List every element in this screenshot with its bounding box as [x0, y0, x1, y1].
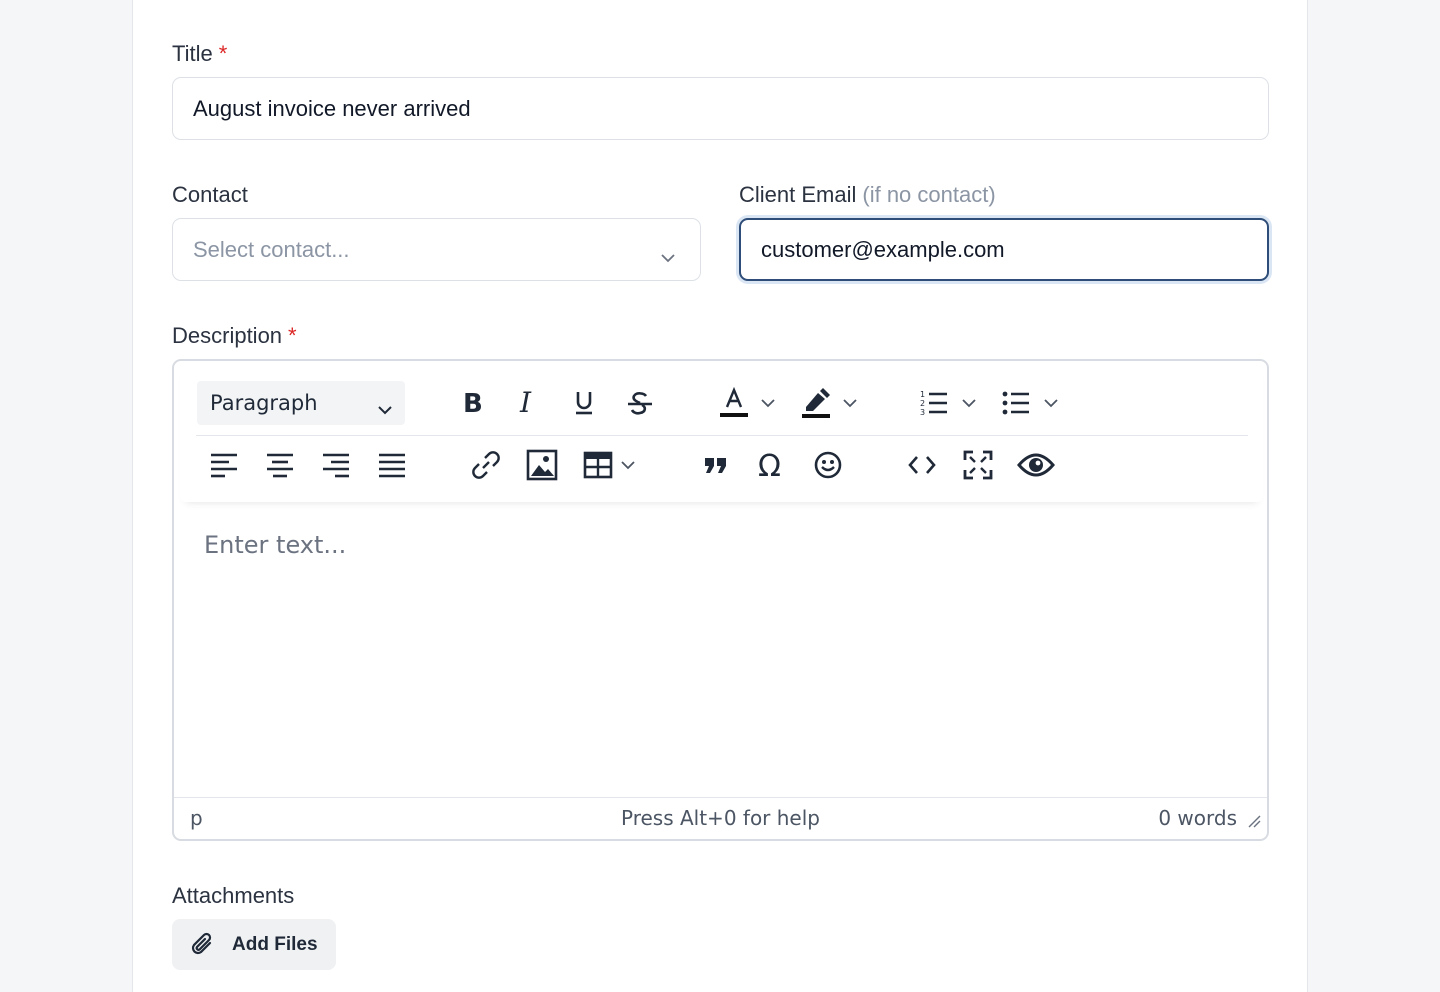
- text-color-dropdown[interactable]: [758, 385, 778, 421]
- align-right-button[interactable]: [318, 447, 354, 483]
- word-count[interactable]: 0 words: [1158, 806, 1237, 830]
- highlight-dropdown[interactable]: [840, 385, 860, 421]
- blockquote-button[interactable]: [698, 447, 734, 483]
- editor-toolbar: Paragraph B I 123 Ω: [180, 365, 1263, 502]
- fullscreen-icon: [963, 450, 993, 480]
- required-marker: *: [218, 41, 228, 66]
- help-hint: Press Alt+0 for help: [620, 806, 820, 830]
- bullet-list-dropdown[interactable]: [1041, 385, 1061, 421]
- svg-text:B: B: [463, 390, 483, 416]
- required-marker: *: [288, 323, 297, 348]
- svg-text:3: 3: [920, 408, 925, 417]
- fullscreen-button[interactable]: [960, 447, 996, 483]
- client-email-input[interactable]: customer@example.com: [739, 218, 1269, 281]
- image-icon: [526, 449, 558, 481]
- align-justify-icon: [379, 453, 405, 478]
- highlight-button[interactable]: [798, 385, 834, 421]
- email-hint: (if no contact): [862, 182, 996, 207]
- align-right-icon: [323, 453, 349, 478]
- emoji-button[interactable]: [810, 447, 846, 483]
- align-justify-button[interactable]: [374, 447, 410, 483]
- underline-button[interactable]: [566, 385, 602, 421]
- svg-text:I: I: [519, 390, 532, 416]
- svg-text:2: 2: [920, 399, 925, 408]
- code-icon: [908, 456, 936, 474]
- numbered-list-dropdown[interactable]: [959, 385, 979, 421]
- svg-text:1: 1: [920, 390, 925, 399]
- editor-statusbar: p Press Alt+0 for help 0 words: [174, 797, 1267, 839]
- format-select[interactable]: Paragraph: [197, 381, 405, 425]
- contact-placeholder: Select contact...: [193, 236, 350, 262]
- title-input-value: August invoice never arrived: [193, 95, 471, 121]
- attachments-label: Attachments: [172, 883, 295, 908]
- italic-icon: I: [519, 390, 532, 416]
- bullet-list-button[interactable]: [998, 385, 1034, 421]
- table-dropdown[interactable]: [618, 447, 638, 483]
- text-color-button[interactable]: [716, 385, 752, 421]
- format-select-value: Paragraph: [210, 391, 318, 415]
- add-files-button[interactable]: Add Files: [172, 919, 336, 970]
- align-left-button[interactable]: [206, 447, 242, 483]
- insert-image-button[interactable]: [524, 447, 560, 483]
- numbered-list-button[interactable]: 123: [916, 385, 952, 421]
- align-center-icon: [267, 453, 293, 478]
- italic-button[interactable]: I: [509, 385, 545, 421]
- contact-label: Contact: [172, 182, 248, 207]
- special-char-icon: Ω: [758, 450, 781, 480]
- title-label: Title *: [172, 41, 227, 67]
- bold-icon: B: [463, 390, 483, 416]
- chevron-down-icon: [660, 243, 676, 269]
- editor-placeholder: Enter text...: [204, 531, 347, 559]
- preview-button[interactable]: [1016, 447, 1056, 483]
- bold-button[interactable]: B: [454, 385, 490, 421]
- title-label-text: Title: [172, 41, 213, 66]
- editor-content-area[interactable]: Enter text...: [204, 531, 346, 559]
- numbered-list-icon: 123: [920, 390, 947, 417]
- source-code-button[interactable]: [904, 447, 940, 483]
- link-icon: [472, 451, 500, 479]
- toolbar-divider: [196, 435, 1248, 436]
- client-email-value: customer@example.com: [761, 236, 1005, 262]
- contact-select[interactable]: Select contact...: [172, 218, 701, 281]
- title-input[interactable]: August invoice never arrived: [172, 77, 1269, 140]
- chevron-down-icon: [843, 399, 857, 408]
- chevron-down-icon: [621, 461, 635, 470]
- resize-handle-icon[interactable]: [1247, 809, 1261, 833]
- highlight-icon: [802, 388, 830, 418]
- email-label: Client Email (if no contact): [739, 182, 996, 208]
- chevron-down-icon: [1044, 399, 1058, 408]
- description-label-text: Description: [172, 323, 283, 348]
- preview-icon: [1017, 453, 1055, 477]
- add-files-label: Add Files: [232, 933, 318, 955]
- description-label: Description *: [172, 323, 297, 349]
- table-icon: [583, 451, 613, 479]
- email-label-text: Client Email: [739, 182, 857, 207]
- special-character-button[interactable]: Ω: [754, 447, 790, 483]
- text-color-icon: [720, 387, 748, 417]
- bullet-list-icon: [1002, 391, 1029, 415]
- blockquote-icon: [705, 458, 726, 473]
- svg-text:Ω: Ω: [758, 450, 781, 480]
- insert-link-button[interactable]: [468, 447, 504, 483]
- align-center-button[interactable]: [262, 447, 298, 483]
- paperclip-icon: [190, 932, 216, 958]
- chevron-down-icon: [761, 399, 775, 408]
- chevron-down-icon: [962, 399, 976, 408]
- underline-icon: [576, 392, 592, 415]
- strikethrough-icon: [628, 392, 652, 415]
- align-left-icon: [211, 453, 237, 478]
- rich-text-editor: Paragraph B I 123 Ω Enter text... p Pres…: [172, 359, 1269, 841]
- chevron-down-icon: [377, 396, 393, 420]
- insert-table-button[interactable]: [580, 447, 616, 483]
- emoji-icon: [814, 451, 842, 479]
- strikethrough-button[interactable]: [622, 385, 658, 421]
